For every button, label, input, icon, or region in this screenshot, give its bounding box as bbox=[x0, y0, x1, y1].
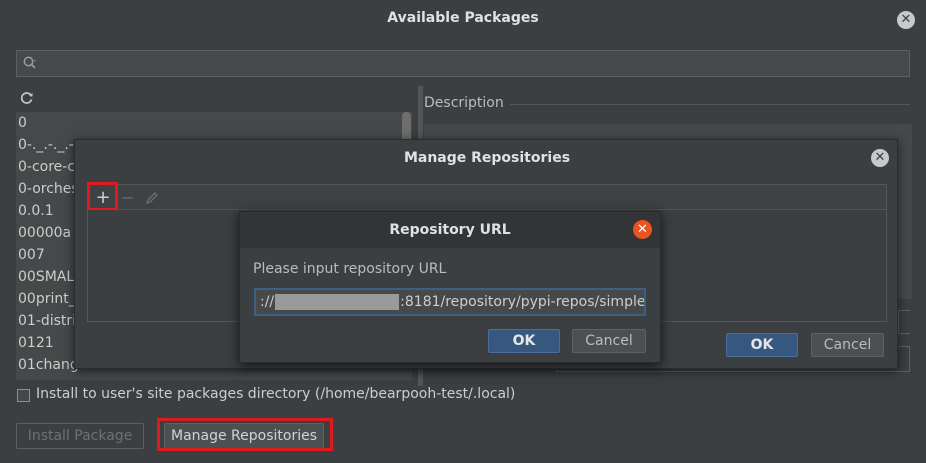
url-suffix: :8181/repository/pypi-repos/simple bbox=[400, 294, 646, 310]
main-close-icon[interactable]: ✕ bbox=[897, 11, 915, 29]
manage-ok-button[interactable]: OK bbox=[726, 333, 798, 357]
description-label: Description bbox=[424, 95, 504, 111]
refresh-icon[interactable] bbox=[20, 91, 34, 105]
package-toolbar bbox=[16, 86, 412, 112]
repository-cancel-button[interactable]: Cancel bbox=[572, 329, 646, 353]
repositories-toolbar bbox=[87, 184, 887, 210]
manage-repositories-title: Manage Repositories bbox=[403, 150, 571, 166]
redacted-host bbox=[275, 294, 400, 310]
remove-icon[interactable]: − bbox=[121, 188, 137, 208]
add-button-highlight bbox=[87, 182, 118, 211]
version-field[interactable] bbox=[898, 310, 910, 334]
description-separator bbox=[510, 104, 910, 105]
search-icon bbox=[22, 55, 38, 71]
manage-cancel-button[interactable]: Cancel bbox=[811, 333, 884, 357]
list-item[interactable]: 0 bbox=[16, 112, 412, 134]
install-package-button[interactable]: Install Package bbox=[16, 423, 144, 449]
main-window-title: Available Packages bbox=[387, 10, 539, 26]
search-input[interactable] bbox=[16, 50, 910, 77]
repository-url-prompt: Please input repository URL bbox=[253, 261, 447, 277]
package-list-scrollbar[interactable] bbox=[402, 112, 411, 142]
edit-icon[interactable] bbox=[145, 188, 161, 208]
repository-url-dialog: Repository URL ✕ Please input repository… bbox=[239, 211, 661, 363]
manage-close-icon[interactable]: ✕ bbox=[871, 149, 889, 167]
manage-button-highlight bbox=[157, 418, 333, 451]
repository-url-title: Repository URL bbox=[389, 222, 511, 238]
install-user-label: Install to user's site packages director… bbox=[36, 386, 516, 402]
install-user-checkbox[interactable] bbox=[17, 389, 30, 402]
url-prefix: :// bbox=[260, 294, 275, 310]
repository-url-input[interactable]: :// :8181/repository/pypi-repos/simple bbox=[254, 288, 646, 316]
repository-ok-button[interactable]: OK bbox=[488, 329, 560, 353]
repository-close-icon[interactable]: ✕ bbox=[633, 220, 652, 239]
